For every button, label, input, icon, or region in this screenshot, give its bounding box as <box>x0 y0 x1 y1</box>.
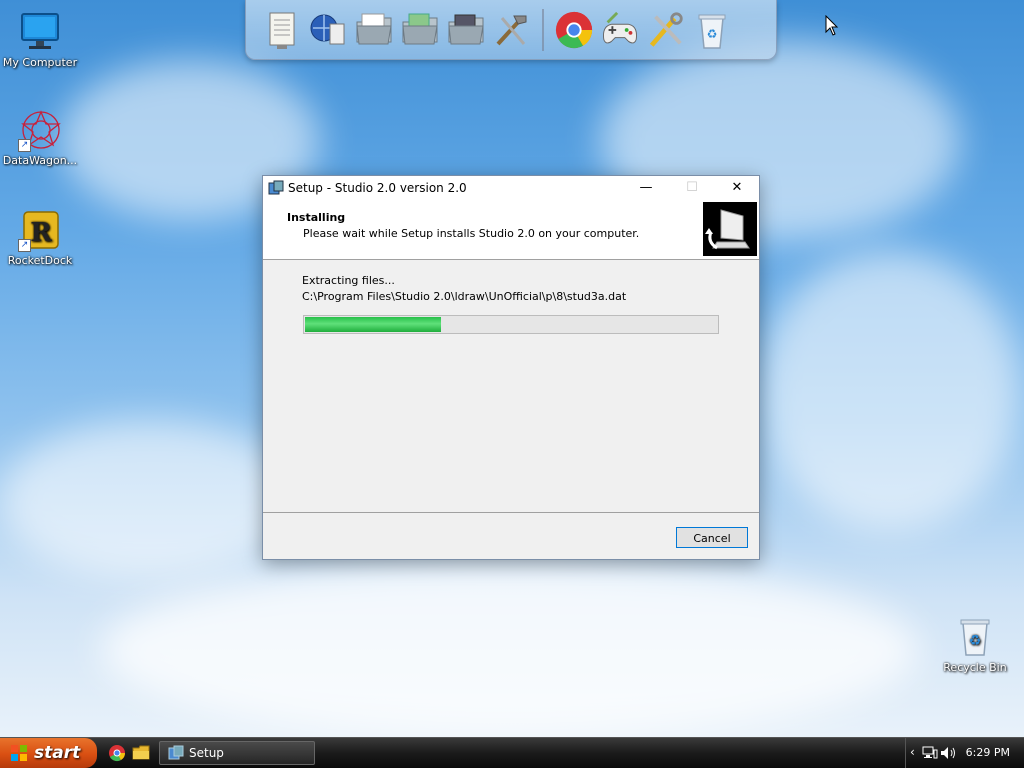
current-file-path: C:\Program Files\Studio 2.0\ldraw\UnOffi… <box>302 290 627 303</box>
datawagon-icon: ↗ <box>18 108 62 152</box>
shortcut-arrow-icon: ↗ <box>18 139 31 152</box>
desktop-icon-label: RocketDock <box>7 254 73 267</box>
maximize-button: ☐ <box>669 176 715 199</box>
taskbar-item-setup[interactable]: Setup <box>159 741 315 765</box>
mouse-cursor-icon <box>825 15 839 36</box>
gamepad-icon <box>603 11 637 43</box>
desktop-icon-datawagon[interactable]: ↗ DataWagon... <box>0 108 80 167</box>
setup-window: Setup - Studio 2.0 version 2.0 — ☐ ✕ Ins… <box>262 175 760 560</box>
network-globe-icon <box>310 14 345 44</box>
maximize-icon: ☐ <box>686 180 698 195</box>
dock-separator <box>542 8 544 51</box>
close-icon: ✕ <box>731 180 743 195</box>
page-title: Installing <box>287 211 346 224</box>
windows-flag-icon <box>11 745 27 761</box>
chrome-quicklaunch-icon[interactable] <box>108 744 126 762</box>
page-subtitle: Please wait while Setup installs Studio … <box>303 227 640 240</box>
rocketdock-bar: ♻ <box>245 0 777 60</box>
taskbar-item-label: Setup <box>189 746 224 760</box>
wizard-footer: Cancel <box>263 512 759 559</box>
desktop-icon-label: DataWagon... <box>2 154 78 167</box>
desktop-icon-label: Recycle Bin <box>943 661 1007 674</box>
minimize-button[interactable]: — <box>623 176 669 199</box>
desktop-icon-label: My Computer <box>2 56 78 69</box>
file-explorer-quicklaunch-icon[interactable] <box>132 744 150 762</box>
window-title: Setup - Studio 2.0 version 2.0 <box>288 180 467 195</box>
tray-expand-icon[interactable]: ‹ <box>910 745 915 759</box>
settings-tools-icon <box>649 11 683 47</box>
progress-fill <box>305 317 441 332</box>
taskbar: start Setup ‹ 6:29 PM <box>0 737 1024 768</box>
chrome-icon <box>555 11 593 48</box>
notepad-icon <box>269 12 295 49</box>
wizard-body: Extracting files... C:\Program Files\Stu… <box>263 260 759 514</box>
status-text: Extracting files... <box>302 274 395 287</box>
folder-images-icon <box>448 14 484 44</box>
minimize-icon: — <box>639 180 653 195</box>
installer-computer-icon <box>703 202 757 256</box>
shortcut-arrow-icon: ↗ <box>18 239 31 252</box>
dock-tools[interactable] <box>492 8 532 52</box>
svg-text:R: R <box>30 218 52 248</box>
system-tray: ‹ 6:29 PM <box>905 738 1024 768</box>
wizard-header: Installing Please wait while Setup insta… <box>263 199 759 260</box>
dock-network[interactable] <box>308 8 348 52</box>
rocketdock-icon: R ↗ <box>18 208 62 252</box>
dock-games[interactable] <box>600 8 640 52</box>
dock-folder-2[interactable] <box>400 8 440 52</box>
monitor-icon <box>18 10 62 54</box>
desktop-icon-recycle-bin[interactable]: ♻ Recycle Bin <box>935 615 1015 674</box>
title-bar[interactable]: Setup - Studio 2.0 version 2.0 — ☐ ✕ <box>263 176 759 199</box>
dock-folder-1[interactable] <box>354 8 394 52</box>
install-progress-bar <box>303 315 719 334</box>
dock-recycle-bin[interactable]: ♻ <box>692 8 732 52</box>
svg-text:♻: ♻ <box>707 27 718 41</box>
desktop-icon-rocketdock[interactable]: R ↗ RocketDock <box>0 208 80 267</box>
dock-chrome[interactable] <box>554 8 594 52</box>
dock-settings[interactable] <box>646 8 686 52</box>
taskbar-clock[interactable]: 6:29 PM <box>966 746 1010 759</box>
dock-folder-3[interactable] <box>446 8 486 52</box>
network-icon[interactable] <box>922 746 938 760</box>
setup-app-icon <box>168 745 184 760</box>
folder-documents-icon <box>402 13 438 44</box>
recycle-bin-icon: ♻ <box>953 615 997 659</box>
folder-icon <box>356 13 392 44</box>
tools-icon <box>496 15 527 45</box>
setup-app-icon <box>268 180 284 194</box>
recycle-bin-icon: ♻ <box>698 14 726 49</box>
start-label: start <box>34 743 81 763</box>
close-button[interactable]: ✕ <box>714 176 760 199</box>
svg-text:♻: ♻ <box>969 633 982 649</box>
start-button[interactable]: start <box>0 738 97 768</box>
cancel-button[interactable]: Cancel <box>676 527 748 548</box>
desktop-icon-my-computer[interactable]: My Computer <box>0 10 80 69</box>
volume-icon[interactable] <box>940 746 958 760</box>
dock-notepad[interactable] <box>262 8 302 52</box>
